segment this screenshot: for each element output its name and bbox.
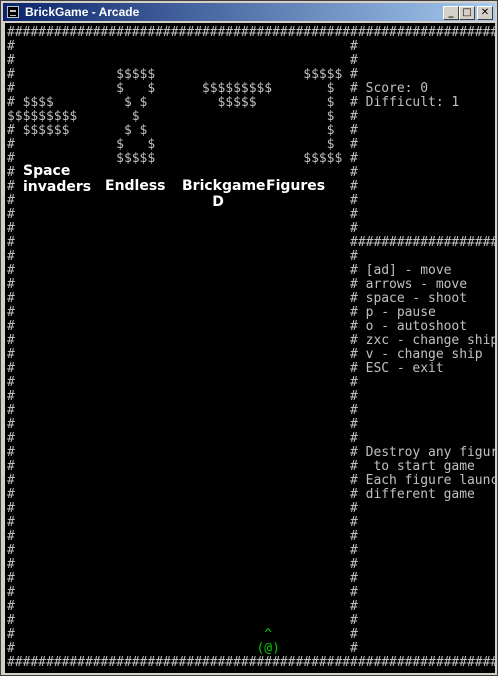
figure-label-figures: Figures bbox=[266, 178, 325, 194]
player-ship: (@) bbox=[256, 641, 280, 656]
figure-label-line: invaders bbox=[23, 179, 92, 195]
minimize-button[interactable]: _ bbox=[443, 6, 459, 20]
window-title: BrickGame - Arcade bbox=[25, 5, 140, 19]
console-app-icon bbox=[7, 6, 19, 18]
figure-label-line: Endless bbox=[105, 178, 166, 194]
title-bar[interactable]: BrickGame - Arcade _ □ ✕ bbox=[3, 3, 495, 21]
maximize-button[interactable]: □ bbox=[459, 6, 475, 20]
figure-label-brickgame: Brickgame D bbox=[182, 178, 266, 210]
figure-label-space-invaders: Space invaders bbox=[23, 163, 91, 195]
figure-label-line: D bbox=[212, 194, 224, 210]
app-window: BrickGame - Arcade _ □ ✕ ###############… bbox=[0, 0, 498, 676]
ship-nose: ^ bbox=[264, 627, 273, 642]
game-terminal[interactable]: ########################################… bbox=[5, 23, 495, 673]
figure-label-endless: Endless bbox=[105, 178, 166, 194]
game-board: ########################################… bbox=[7, 25, 495, 670]
figure-label-line: Brickgame bbox=[182, 178, 266, 194]
close-button[interactable]: ✕ bbox=[477, 6, 493, 20]
figure-label-line: Figures bbox=[266, 178, 326, 194]
figure-label-line: Space bbox=[23, 163, 71, 179]
